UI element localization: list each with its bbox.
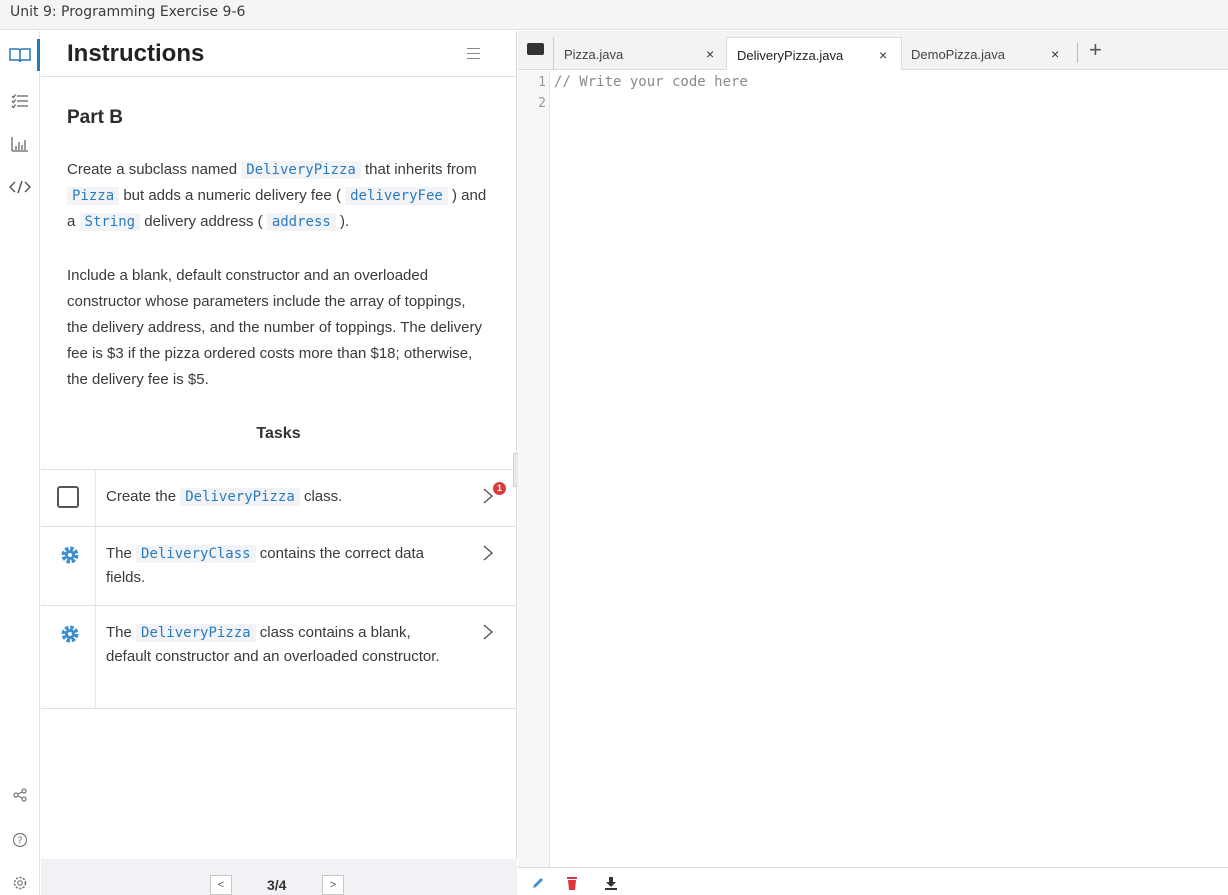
chart-icon[interactable] [7, 132, 33, 156]
tab-label: DeliveryPizza.java [737, 48, 844, 63]
trash-icon[interactable] [566, 876, 578, 895]
folder-icon[interactable] [527, 43, 544, 55]
task-gutter [41, 470, 96, 526]
task-gutter [41, 527, 96, 605]
help-icon[interactable]: ? [7, 828, 33, 852]
tab-label: DemoPizza.java [911, 47, 1005, 62]
close-icon[interactable]: × [1051, 46, 1059, 62]
inline-code: deliveryFee [345, 187, 448, 205]
code-icon[interactable] [7, 175, 33, 199]
tab-label: Pizza.java [564, 47, 624, 62]
instructions-panel: Instructions Part B Create a subclass na… [41, 31, 517, 895]
inline-text: class. [299, 488, 343, 505]
chevron-right-icon[interactable] [481, 543, 495, 563]
chevron-right-icon[interactable] [481, 622, 495, 642]
task-text: The DeliveryPizza class contains a blank… [106, 606, 457, 683]
close-icon[interactable]: × [706, 46, 714, 62]
line-number: 2 [538, 96, 546, 111]
task-gutter [41, 606, 96, 708]
task-text: The DeliveryClass contains the correct d… [106, 527, 457, 604]
active-indicator [37, 39, 40, 71]
menu-icon[interactable] [467, 48, 480, 60]
prev-page-button[interactable]: < [210, 875, 232, 895]
editor-toolbar [518, 867, 1228, 895]
inline-text: that inherits from [360, 161, 477, 178]
code-editor: Pizza.java × DeliveryPizza.java × DemoPi… [518, 31, 1228, 895]
inline-text: The [106, 545, 137, 562]
share-icon[interactable] [7, 783, 33, 807]
list-icon[interactable] [7, 89, 33, 113]
tab-deliverypizza-java[interactable]: DeliveryPizza.java × [726, 37, 902, 70]
book-icon[interactable] [7, 43, 33, 67]
task-text: Create the DeliveryPizza class. [106, 470, 457, 524]
tab-demopizza-java[interactable]: DemoPizza.java × [901, 37, 1077, 70]
line-numbers: 1 2 [518, 71, 550, 867]
code-line[interactable]: // Write your code here [554, 72, 748, 93]
instructions-content: Part B Create a subclass named DeliveryP… [41, 107, 516, 443]
inline-text: Create a subclass named [67, 161, 242, 178]
instruction-paragraph-1: Create a subclass named DeliveryPizza th… [67, 157, 490, 235]
inline-code: DeliveryClass [136, 545, 256, 563]
inline-code: String [79, 213, 141, 231]
inline-code: Pizza [67, 187, 120, 205]
tasks-heading: Tasks [256, 425, 301, 442]
checkbox-icon[interactable] [57, 486, 79, 508]
pager: < 3/4 > [41, 859, 517, 895]
task-row[interactable]: Create the DeliveryPizza class. 1 [41, 470, 517, 527]
inline-code: DeliveryPizza [136, 624, 256, 642]
tab-divider [1077, 43, 1078, 63]
inline-text: Create the [106, 488, 181, 505]
inline-code: address [266, 213, 336, 231]
gear-icon [60, 545, 80, 565]
download-icon[interactable] [604, 876, 618, 895]
settings-icon[interactable] [7, 871, 33, 895]
line-number: 1 [538, 75, 546, 90]
panel-header: Instructions [41, 31, 516, 77]
inline-text: ). [335, 213, 350, 230]
task-row[interactable]: The DeliveryPizza class contains a blank… [41, 606, 517, 709]
next-page-button[interactable]: > [322, 875, 344, 895]
pencil-icon[interactable] [531, 876, 545, 895]
tab-pizza-java[interactable]: Pizza.java × [553, 37, 723, 70]
code-area[interactable]: // Write your code here [554, 72, 748, 93]
add-tab-button[interactable]: + [1089, 37, 1102, 63]
svg-text:?: ? [17, 836, 22, 847]
instruction-paragraph-2: Include a blank, default constructor and… [67, 267, 482, 388]
task-row[interactable]: The DeliveryClass contains the correct d… [41, 527, 517, 606]
error-badge: 1 [493, 482, 506, 495]
inline-text: but adds a numeric delivery fee ( [119, 187, 346, 204]
part-heading: Part B [67, 107, 123, 128]
panel-title: Instructions [67, 40, 205, 67]
icon-rail: ? [0, 31, 40, 895]
inline-text: The [106, 624, 137, 641]
gear-icon [60, 624, 80, 644]
inline-code: DeliveryPizza [180, 488, 300, 506]
inline-code: DeliveryPizza [241, 161, 361, 179]
inline-text: delivery address ( [140, 213, 267, 230]
window-title: Unit 9: Programming Exercise 9-6 [0, 0, 1228, 30]
tab-bar: Pizza.java × DeliveryPizza.java × DemoPi… [518, 31, 1228, 70]
task-list: Create the DeliveryPizza class. 1 The Deli… [41, 469, 517, 709]
close-icon[interactable]: × [879, 47, 887, 63]
page-indicator: 3/4 [267, 877, 287, 893]
